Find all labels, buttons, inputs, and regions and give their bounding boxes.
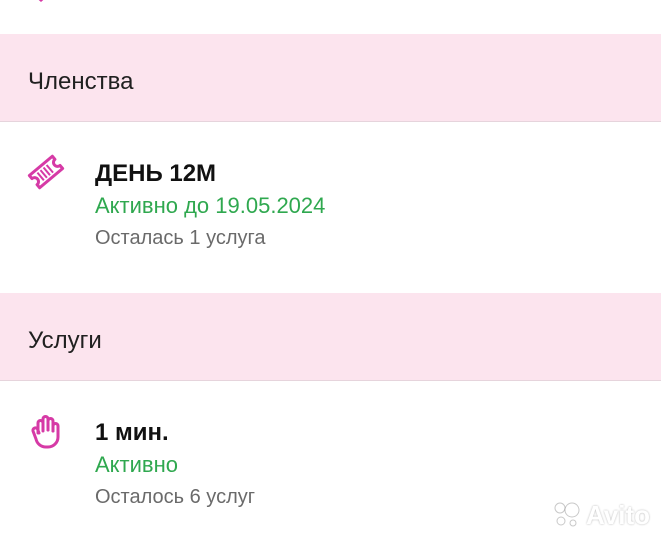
watermark-text: Avito [586, 500, 651, 530]
section-header-memberships: Членства [0, 34, 661, 122]
avito-watermark: Avito [552, 498, 656, 532]
hand-icon [31, 415, 60, 449]
avito-logo-icon [554, 502, 580, 527]
section-header-services: Услуги [0, 293, 661, 381]
service-remaining: Осталось 6 услуг [95, 486, 256, 508]
service-title: 1 мин. [95, 419, 169, 446]
section-title: Членства [28, 68, 134, 95]
ticket-icon [27, 154, 65, 190]
top-strip [0, 0, 661, 34]
membership-status: Активно до 19.05.2024 [95, 193, 326, 218]
membership-title: ДЕНЬ 12М [95, 160, 217, 187]
section-title: Услуги [28, 327, 102, 354]
app-screen: Членства ДЕНЬ 12М Активно до 19.05.2024 … [0, 0, 661, 540]
service-status: Активно [95, 452, 178, 477]
membership-list-item[interactable]: ДЕНЬ 12М Активно до 19.05.2024 Осталась … [0, 122, 661, 259]
partial-icon [38, 0, 44, 2]
membership-remaining: Осталась 1 услуга [95, 227, 266, 249]
